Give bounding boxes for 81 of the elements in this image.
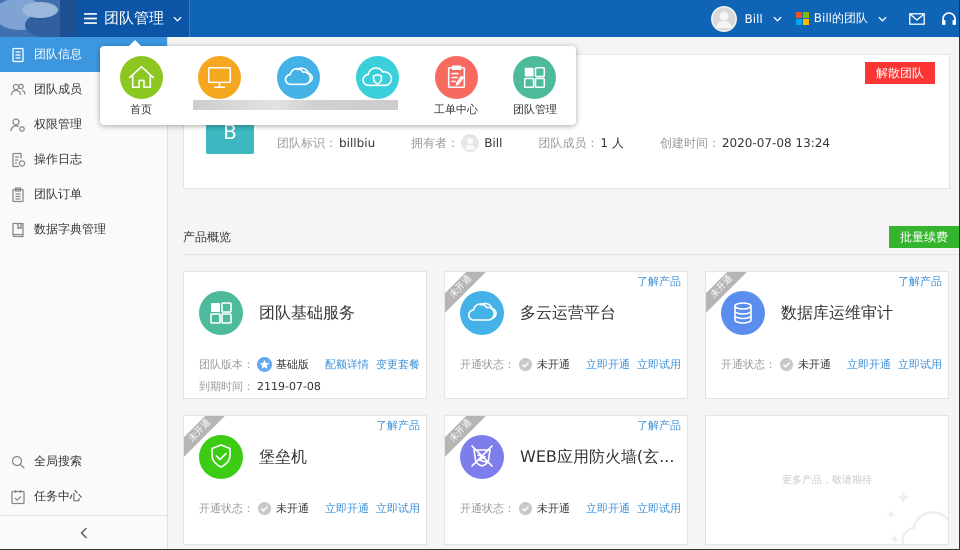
field-value: Bill [484, 136, 502, 150]
field-value: billbiu [339, 136, 376, 150]
book-icon [10, 222, 26, 238]
shield-swords-icon [460, 435, 504, 479]
field-value: 未开通 [537, 500, 570, 516]
database-icon [721, 291, 765, 335]
action-link[interactable]: 立即试用 [637, 356, 681, 372]
action-link[interactable]: 变更套餐 [376, 356, 420, 372]
field-label: 到期时间： [199, 378, 255, 394]
user-gear-icon [10, 116, 26, 132]
headset-icon[interactable] [941, 10, 957, 26]
action-link[interactable]: 立即试用 [637, 500, 681, 516]
clipboard-icon [10, 186, 26, 202]
field-value: 未开通 [276, 500, 309, 516]
field-label: 开通状态： [460, 500, 516, 516]
dissolve-team-button[interactable]: 解散团队 [865, 62, 935, 84]
cloud-icon [460, 291, 504, 335]
field-label: 开通状态： [721, 356, 777, 372]
learn-more-link[interactable]: 了解产品 [637, 274, 681, 289]
section-title: 产品概览 [183, 228, 231, 246]
field-label: 团队成员： [538, 134, 598, 152]
caret-icon[interactable] [173, 16, 182, 22]
field-value: 基础版 [276, 356, 309, 372]
field-label: 开通状态： [460, 356, 516, 372]
product-name: 堡垒机 [259, 446, 307, 468]
check-circle-icon [518, 500, 533, 516]
users-icon [10, 82, 26, 98]
mail-icon[interactable] [909, 12, 925, 26]
document-icon [10, 46, 26, 62]
search-icon [10, 454, 26, 470]
learn-more-link[interactable]: 了解产品 [637, 418, 681, 433]
action-link[interactable]: 立即试用 [898, 356, 942, 372]
shield-check-icon [199, 435, 243, 479]
sidebar-item[interactable]: 数据字典管理 [0, 212, 167, 247]
menu-toggle[interactable]: 团队管理 [78, 0, 190, 37]
menu-icon [84, 13, 97, 24]
caret-icon[interactable] [878, 16, 887, 22]
field-value: 2020-07-08 13:24 [722, 136, 830, 150]
grid-icon [199, 291, 243, 335]
task-icon [10, 488, 26, 504]
product-name: WEB应用防火墙(玄... [520, 446, 674, 468]
field-label: 拥有者： [411, 134, 460, 152]
team-name[interactable]: Bill的团队 [814, 10, 868, 27]
sidebar-item[interactable]: 全局搜索 [0, 444, 167, 479]
learn-more-link[interactable]: 了解产品 [376, 418, 420, 433]
action-link[interactable]: 立即开通 [847, 356, 891, 372]
field-value: 未开通 [537, 356, 570, 372]
action-link[interactable]: 立即试用 [376, 500, 420, 516]
avatar-icon[interactable] [710, 6, 737, 32]
app-label[interactable]: 工单中心 [434, 102, 478, 117]
sidebar-item[interactable]: 任务中心 [0, 479, 167, 514]
field-label: 创建时间： [660, 134, 720, 152]
log-icon [10, 152, 26, 168]
sidebar-item[interactable]: 团队订单 [0, 177, 167, 212]
field-label: 开通状态： [199, 500, 255, 516]
product-name: 多云运营平台 [520, 302, 616, 324]
batch-renew-button[interactable]: 批量续费 [889, 226, 959, 248]
avatar-icon [461, 134, 480, 152]
product-name: 团队基础服务 [259, 302, 355, 324]
field-label: 团队版本： [199, 356, 255, 372]
action-link[interactable]: 立即开通 [586, 500, 630, 516]
field-value: 2119-07-08 [257, 380, 321, 392]
check-circle-icon [779, 356, 794, 372]
app-label[interactable]: 首页 [130, 102, 152, 117]
action-link[interactable]: 立即开通 [325, 500, 369, 516]
check-circle-icon [518, 356, 533, 372]
caret-icon[interactable] [772, 16, 782, 22]
clipboard-pen-icon[interactable] [434, 56, 478, 99]
four-squares-icon [796, 12, 809, 25]
sidebar-item[interactable]: 操作日志 [0, 142, 167, 177]
product-name: 数据库运维审计 [781, 302, 893, 324]
user-name[interactable]: Bill [744, 12, 763, 26]
app-label[interactable]: 团队管理 [512, 102, 557, 117]
action-link[interactable]: 立即开通 [586, 356, 630, 372]
field-value: 未开通 [798, 356, 831, 372]
action-link[interactable]: 配额详情 [325, 356, 369, 372]
field-value: 1 人 [600, 134, 624, 152]
learn-more-link[interactable]: 了解产品 [898, 274, 942, 289]
field-label: 团队标识： [277, 134, 337, 152]
chevron-left-icon[interactable] [80, 526, 88, 538]
check-circle-icon [257, 500, 272, 516]
